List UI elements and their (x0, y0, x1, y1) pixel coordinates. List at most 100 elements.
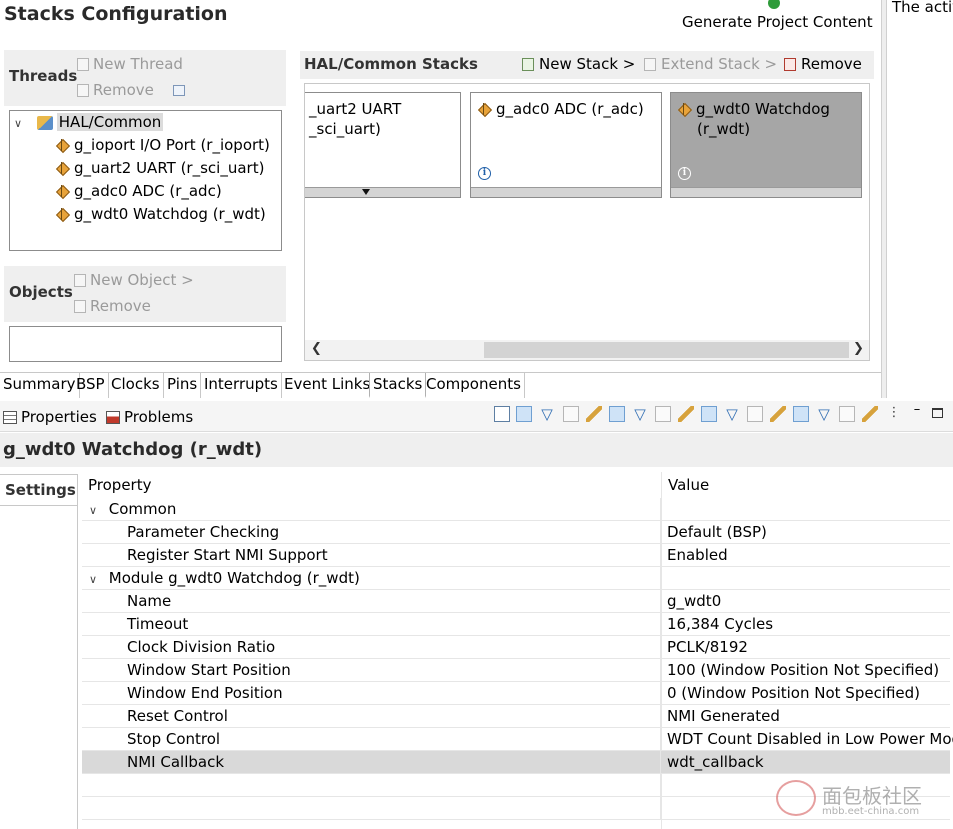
chevron-down-icon[interactable]: ∨ (89, 499, 101, 520)
tree-item[interactable]: g_wdt0 Watchdog (r_wdt) (56, 203, 266, 226)
table-row[interactable]: Window Start Position 100 (Window Positi… (82, 659, 950, 682)
stack-card-title: g_adc0 ADC (r_adc) (478, 99, 644, 119)
search-icon[interactable] (747, 406, 763, 422)
page-title: Stacks Configuration (4, 3, 228, 25)
remove-thread-label: Remove (93, 81, 154, 99)
property-name-cell: Register Start NMI Support (82, 544, 661, 566)
tab-pins[interactable]: Pins (164, 373, 202, 398)
table-row[interactable]: Parameter Checking Default (BSP) (82, 521, 950, 544)
pin-view-icon[interactable] (494, 406, 510, 422)
settings-side-tab-label: Settings (5, 481, 76, 499)
table-row[interactable]: Name g_wdt0 (82, 590, 950, 613)
tree-root-hal-common[interactable]: ∨ HAL/Common (14, 111, 164, 135)
property-name-cell: Clock Division Ratio (82, 636, 661, 658)
scroll-right-icon[interactable]: ❯ (853, 341, 864, 356)
property-value-cell[interactable]: NMI Generated (667, 705, 953, 728)
filter-icon[interactable]: ▽ (816, 406, 832, 422)
tree-item[interactable]: g_adc0 ADC (r_adc) (56, 180, 222, 203)
right-panel-divider[interactable] (881, 0, 887, 398)
remove-thread-button[interactable]: Remove (77, 81, 185, 99)
property-column-header[interactable]: Property (88, 476, 151, 494)
extend-stack-button[interactable]: Extend Stack > (644, 55, 777, 73)
tab-interrupts[interactable]: Interrupts (201, 373, 282, 398)
tree-item[interactable]: g_uart2 UART (r_sci_uart) (56, 157, 264, 180)
search-icon[interactable] (563, 406, 579, 422)
filter-icon[interactable]: ▽ (724, 406, 740, 422)
table-row[interactable]: Stop Control WDT Count Disabled in Low P… (82, 728, 953, 751)
property-value-cell[interactable]: WDT Count Disabled in Low Power Mode (667, 728, 953, 751)
value-column-header[interactable]: Value (668, 476, 709, 494)
tree-item-label: g_adc0 ADC (r_adc) (74, 182, 222, 200)
property-value-cell[interactable]: Enabled (667, 544, 953, 567)
group-row-common[interactable]: ∨ Common (82, 498, 950, 521)
remove-object-button[interactable]: Remove (74, 297, 151, 315)
remove-stack-button[interactable]: Remove (784, 55, 862, 73)
module-icon (56, 162, 68, 174)
property-value-cell[interactable]: wdt_callback (667, 751, 953, 774)
filter-icon[interactable]: ▽ (632, 406, 648, 422)
remove-object-label: Remove (90, 297, 151, 315)
table-row[interactable]: Reset Control NMI Generated (82, 705, 950, 728)
table-row[interactable]: Window End Position 0 (Window Position N… (82, 682, 950, 705)
table-row[interactable]: Register Start NMI Support Enabled (82, 544, 950, 567)
tab-clocks[interactable]: Clocks (108, 373, 164, 398)
link-icon[interactable] (586, 406, 602, 422)
stacks-horizontal-scrollbar[interactable]: ❮ ❯ (305, 340, 869, 360)
property-value-cell[interactable]: 16,384 Cycles (667, 613, 953, 636)
property-value-cell[interactable]: Default (BSP) (667, 521, 953, 544)
settings-side-tab[interactable]: Settings (0, 474, 77, 506)
property-value-cell[interactable]: 100 (Window Position Not Specified) (667, 659, 953, 682)
view-menu-icon[interactable]: ⋮ (886, 406, 902, 422)
table-row[interactable]: Timeout 16,384 Cycles (82, 613, 950, 636)
stack-card-uart[interactable]: _uart2 UART _sci_uart) (305, 92, 461, 198)
tree-toggle-icon[interactable] (701, 406, 717, 422)
tab-stacks[interactable]: Stacks (369, 373, 427, 398)
objects-list[interactable] (9, 326, 282, 362)
link-icon[interactable] (862, 406, 878, 422)
property-value-cell[interactable]: g_wdt0 (667, 590, 953, 613)
tab-event-links[interactable]: Event Links (281, 373, 375, 398)
stack-card-line1: _uart2 UART (309, 100, 402, 118)
tab-properties[interactable]: Properties (3, 408, 97, 426)
tree-item[interactable]: g_ioport I/O Port (r_ioport) (56, 134, 270, 157)
generate-project-content-button[interactable]: Generate Project Content (682, 13, 873, 31)
link-icon[interactable] (678, 406, 694, 422)
group-row-module[interactable]: ∨ Module g_wdt0 Watchdog (r_wdt) (82, 567, 950, 590)
stack-card-adc[interactable]: g_adc0 ADC (r_adc) i (470, 92, 662, 198)
threads-tree[interactable]: ∨ HAL/Common g_ioport I/O Port (r_ioport… (9, 110, 282, 251)
remove-stack-label: Remove (801, 55, 862, 73)
tree-toggle-icon[interactable] (793, 406, 809, 422)
stacks-canvas[interactable]: _uart2 UART _sci_uart) g_adc0 ADC (r_adc… (304, 83, 870, 361)
tree-toggle-icon[interactable] (516, 406, 532, 422)
property-name: NMI Callback (127, 753, 225, 771)
new-object-button[interactable]: New Object > (74, 271, 194, 289)
new-thread-button[interactable]: New Thread (77, 55, 183, 73)
property-value-cell[interactable]: 0 (Window Position Not Specified) (667, 682, 953, 705)
new-stack-button[interactable]: New Stack > (522, 55, 635, 73)
stack-card-wdt[interactable]: g_wdt0 Watchdog (r_wdt) i (670, 92, 862, 198)
property-value-cell[interactable]: PCLK/8192 (667, 636, 953, 659)
new-thread-label: New Thread (93, 55, 183, 73)
tab-bsp[interactable]: BSP (73, 373, 109, 398)
link-icon[interactable] (770, 406, 786, 422)
maximize-icon[interactable] (932, 408, 943, 418)
tab-summary[interactable]: Summary (0, 373, 80, 398)
filter-icon[interactable]: ▽ (539, 406, 555, 422)
info-icon[interactable]: i (678, 167, 691, 180)
search-icon[interactable] (839, 406, 855, 422)
generate-run-icon[interactable] (768, 0, 780, 9)
collapse-all-icon[interactable] (172, 85, 185, 96)
tab-components[interactable]: Components (423, 373, 525, 398)
tree-toggle-icon[interactable] (609, 406, 625, 422)
search-icon[interactable] (655, 406, 671, 422)
minimize-icon[interactable]: – (909, 402, 925, 418)
chevron-down-icon[interactable]: ∨ (89, 568, 101, 589)
info-icon[interactable]: i (478, 167, 491, 180)
tab-problems[interactable]: Problems (106, 408, 193, 426)
scrollbar-thumb[interactable] (484, 342, 849, 358)
table-row-selected[interactable]: NMI Callback wdt_callback (82, 751, 950, 774)
table-row[interactable]: Clock Division Ratio PCLK/8192 (82, 636, 950, 659)
chevron-down-icon[interactable]: ∨ (14, 112, 26, 135)
scroll-left-icon[interactable]: ❮ (311, 341, 322, 356)
expand-arrow-icon[interactable] (362, 189, 370, 195)
